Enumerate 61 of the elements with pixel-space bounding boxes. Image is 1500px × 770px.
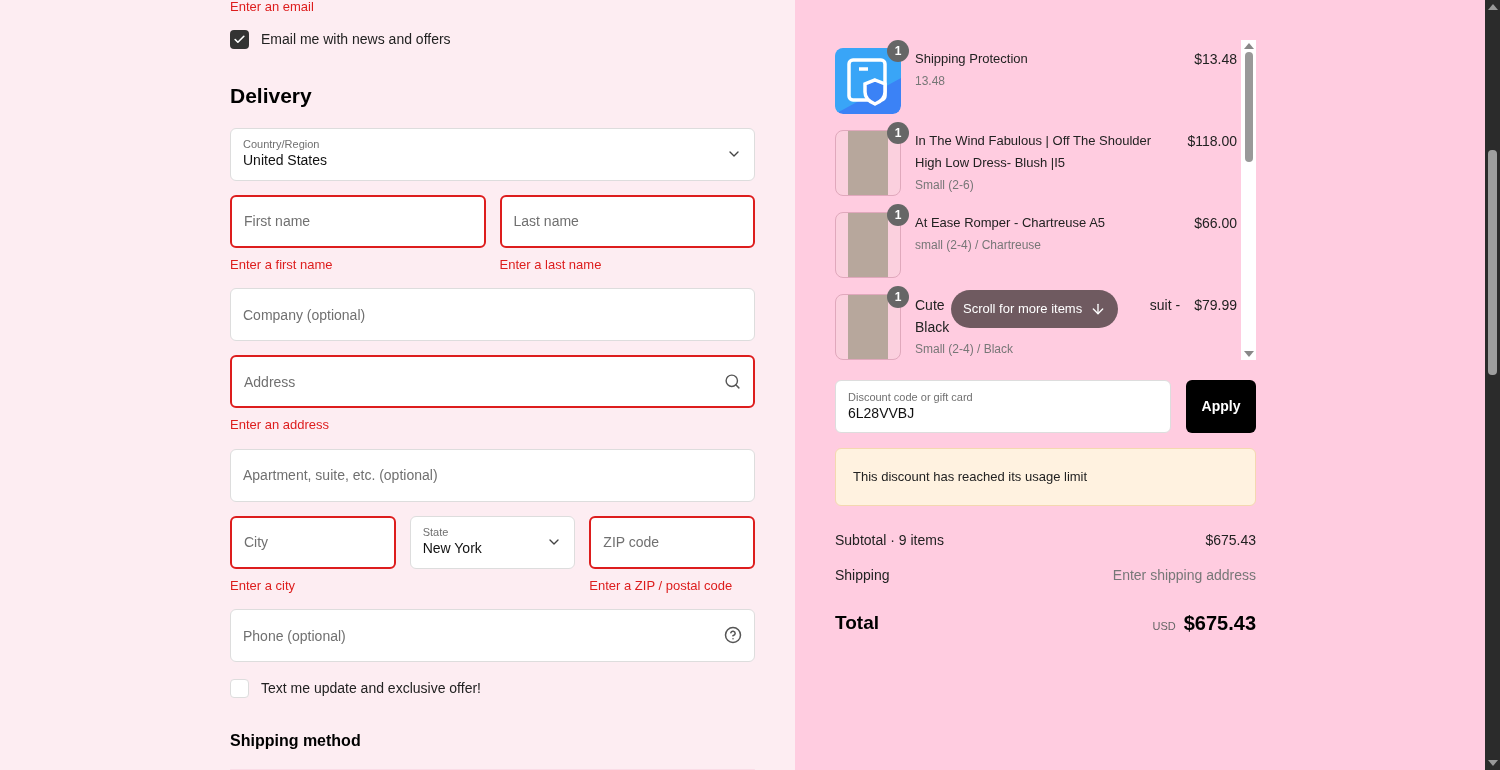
shield-document-icon: [835, 48, 901, 114]
summary-label: Subtotal · 9 items: [835, 531, 944, 550]
section-title: Shipping method: [230, 731, 362, 751]
product-variant: 13.48: [915, 73, 947, 90]
summary-label: Shipping: [835, 566, 890, 585]
checkbox-label: Email me with news and offers: [261, 30, 451, 49]
field-label: Country/Region: [243, 138, 321, 153]
input-field[interactable]: Address: [230, 355, 755, 408]
error-message: Enter a city: [230, 576, 297, 595]
photo-placeholder: [835, 130, 901, 196]
field-label: Discount code or gift card: [848, 390, 974, 405]
product-title: suit -: [1149, 296, 1181, 315]
product-variant: Small (2-4) / Black: [915, 341, 1015, 358]
field-label: State: [422, 526, 450, 541]
error-message: Enter a first name: [230, 255, 334, 274]
input-field[interactable]: Last name: [499, 194, 755, 248]
checkbox-label: Text me update and exclusive offer!: [261, 679, 481, 698]
product-price: $13.48: [1194, 50, 1237, 69]
total-amount: $675.43: [1183, 611, 1256, 636]
photo-placeholder: [835, 294, 901, 360]
product-price: $66.00: [1194, 214, 1237, 233]
quantity-badge: 1: [887, 40, 909, 62]
check-icon: [233, 33, 246, 46]
currency-code: USD: [1152, 619, 1176, 634]
field-value: 6L28VVBJ: [848, 404, 916, 423]
apply-button[interactable]: Apply: [1186, 380, 1256, 433]
section-title: Delivery: [230, 83, 313, 109]
discount-notice: This discount has reached its usage limit: [835, 448, 1256, 506]
checkbox[interactable]: [230, 30, 249, 49]
summary-value: Enter shipping address: [1112, 566, 1256, 585]
error-message: Enter a ZIP / postal code: [589, 576, 734, 595]
quantity-badge: 1: [887, 122, 909, 144]
select-field[interactable]: State New York: [409, 515, 576, 569]
field-value: New York: [422, 540, 482, 558]
product-title: Shipping Protection: [915, 50, 1029, 68]
product-price: $79.99: [1194, 296, 1237, 315]
summary-value: $675.43: [1205, 531, 1256, 550]
input-field[interactable]: City: [230, 515, 396, 569]
error-message: Enter an address: [230, 416, 330, 434]
field-value: United States: [243, 152, 328, 170]
quantity-badge: 1: [887, 286, 909, 308]
product-title: Black: [915, 318, 951, 337]
error-message: Enter an email: [230, 0, 315, 13]
help-icon: [724, 626, 742, 644]
product-title: At Ease Romper - Chartreuse A5: [915, 214, 1107, 232]
product-title: In The Wind Fabulous | Off The Shoulder High Low Dress- Blush |I5: [915, 132, 1153, 172]
error-message: Enter a last name: [499, 255, 603, 274]
scroll-hint[interactable]: Scroll for more items: [951, 290, 1119, 328]
product-title: Cute: [915, 296, 945, 315]
quantity-badge: 1: [887, 204, 909, 226]
input-field[interactable]: ZIP code: [589, 515, 755, 569]
product-price: $118.00: [1187, 132, 1237, 151]
search-icon: [724, 373, 741, 390]
photo-placeholder: [835, 212, 901, 278]
select-field[interactable]: Country/Region United States: [230, 127, 755, 181]
checkbox[interactable]: [230, 679, 249, 698]
total-label: Total: [835, 610, 879, 635]
input-field[interactable]: First name: [230, 194, 486, 248]
product-variant: small (2-4) / Chartreuse: [915, 237, 1043, 254]
discount-field[interactable]: Discount code or gift card 6L28VVBJ: [835, 380, 1171, 433]
product-variant: Small (2-6): [915, 177, 975, 194]
